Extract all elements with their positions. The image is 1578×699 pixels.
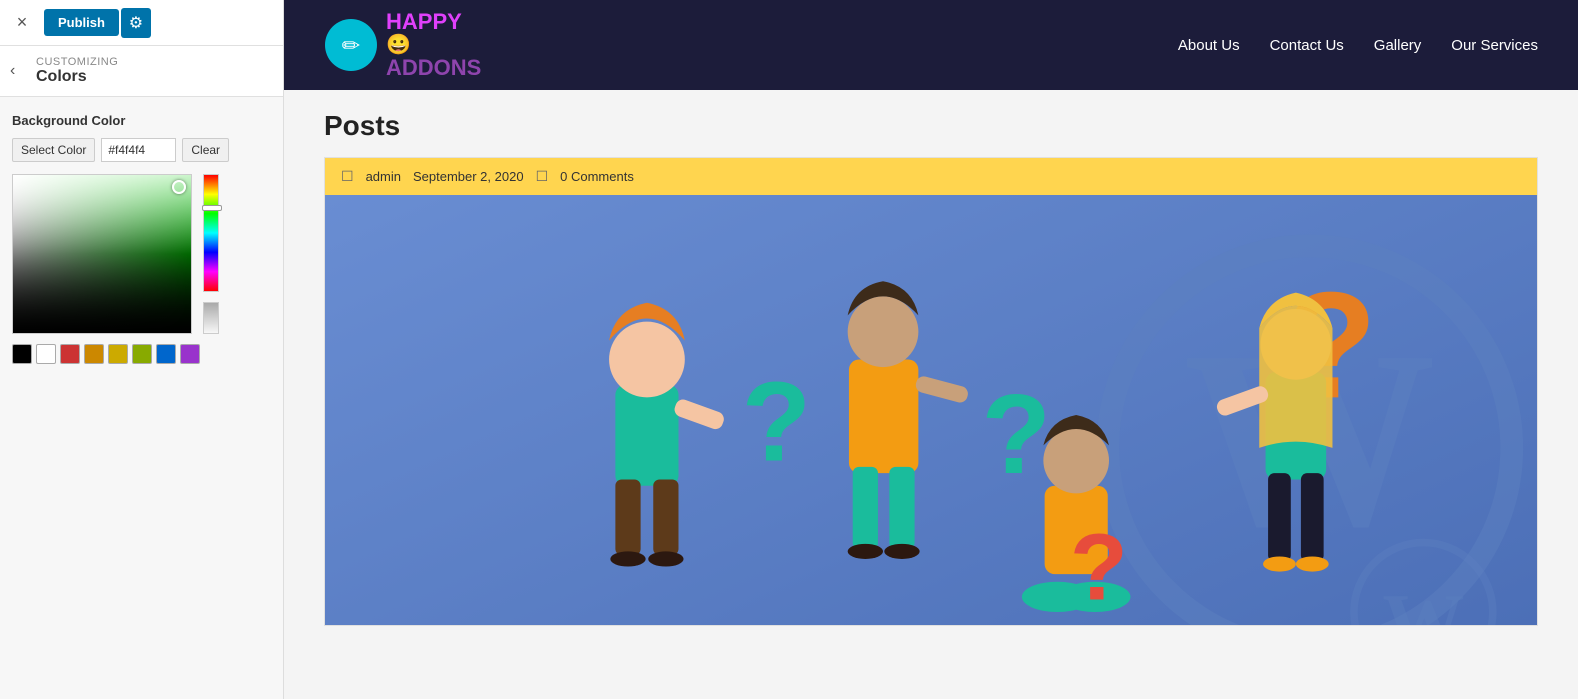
color-picker: [12, 174, 271, 334]
spectrum-handle[interactable]: [202, 205, 222, 211]
nav-our-services[interactable]: Our Services: [1451, 37, 1538, 54]
select-color-button[interactable]: Select Color: [12, 138, 95, 162]
nav-gallery[interactable]: Gallery: [1374, 37, 1422, 54]
customizing-section-label: Customizing: [36, 56, 271, 68]
logo-top: HAPPY 😀: [386, 10, 481, 56]
svg-text:?: ?: [1070, 514, 1128, 620]
site-header: ✏ HAPPY 😀 ADDONS About Us Contact Us Gal…: [284, 0, 1578, 90]
color-controls: Select Color Clear: [12, 138, 271, 162]
color-gradient-picker[interactable]: [12, 174, 192, 334]
back-button[interactable]: ‹: [10, 62, 15, 80]
nav-about-us[interactable]: About Us: [1178, 37, 1240, 54]
swatch-green[interactable]: [132, 344, 152, 364]
publish-area: Publish ⚙: [44, 8, 151, 38]
post-image: W: [325, 195, 1537, 625]
logo-text: HAPPY 😀 ADDONS: [386, 10, 481, 80]
post-comments: 0 Comments: [560, 169, 634, 184]
post-meta: ☐ admin September 2, 2020 ☐ 0 Comments: [325, 158, 1537, 195]
post-author: admin: [366, 169, 401, 184]
posts-title: Posts: [324, 110, 1538, 142]
svg-text:?: ?: [981, 371, 1050, 498]
swatch-orange[interactable]: [84, 344, 104, 364]
publish-button[interactable]: Publish: [44, 9, 119, 36]
nav-contact-us[interactable]: Contact Us: [1270, 37, 1344, 54]
panel-content: Background Color Select Color Clear: [0, 97, 283, 699]
color-spectrum-slider: [200, 174, 222, 334]
site-logo: ✏ HAPPY 😀 ADDONS: [324, 10, 481, 80]
swatch-purple[interactable]: [180, 344, 200, 364]
gradient-handle[interactable]: [172, 180, 186, 194]
swatch-yellow[interactable]: [108, 344, 128, 364]
swatch-white[interactable]: [36, 344, 56, 364]
main-content: ✏ HAPPY 😀 ADDONS About Us Contact Us Gal…: [284, 0, 1578, 699]
comment-icon: ☐: [536, 168, 549, 185]
page-content: Posts ☐ admin September 2, 2020 ☐ 0 Comm…: [284, 90, 1578, 699]
svg-text:?: ?: [742, 358, 811, 485]
swatch-black[interactable]: [12, 344, 32, 364]
clear-color-button[interactable]: Clear: [182, 138, 229, 162]
site-nav: About Us Contact Us Gallery Our Services: [1178, 37, 1538, 54]
svg-text:W: W: [1382, 577, 1464, 625]
top-bar: × Publish ⚙: [0, 0, 283, 46]
post-date: September 2, 2020: [413, 169, 524, 184]
swatch-blue[interactable]: [156, 344, 176, 364]
left-panel: × Publish ⚙ ‹ Customizing Colors Backgro…: [0, 0, 284, 699]
logo-svg: ✏: [324, 18, 378, 72]
color-swatches: [12, 344, 202, 364]
post-card: ☐ admin September 2, 2020 ☐ 0 Comments: [324, 157, 1538, 626]
gradient-overlay: [13, 175, 191, 333]
post-illustration: W: [325, 195, 1537, 625]
customizing-header: ‹ Customizing Colors: [0, 46, 283, 97]
close-button[interactable]: ×: [8, 9, 36, 37]
spectrum-bar[interactable]: [203, 174, 219, 292]
svg-text:✏: ✏: [342, 33, 361, 58]
author-icon: ☐: [341, 168, 354, 185]
customizing-title: Colors: [36, 68, 271, 86]
logo-addons: ADDONS: [386, 56, 481, 80]
logo-icon-wrapper: ✏: [324, 18, 378, 72]
color-hex-input[interactable]: [101, 138, 176, 162]
swatch-red[interactable]: [60, 344, 80, 364]
background-color-label: Background Color: [12, 113, 271, 128]
settings-button[interactable]: ⚙: [121, 8, 151, 38]
opacity-bar[interactable]: [203, 302, 219, 334]
